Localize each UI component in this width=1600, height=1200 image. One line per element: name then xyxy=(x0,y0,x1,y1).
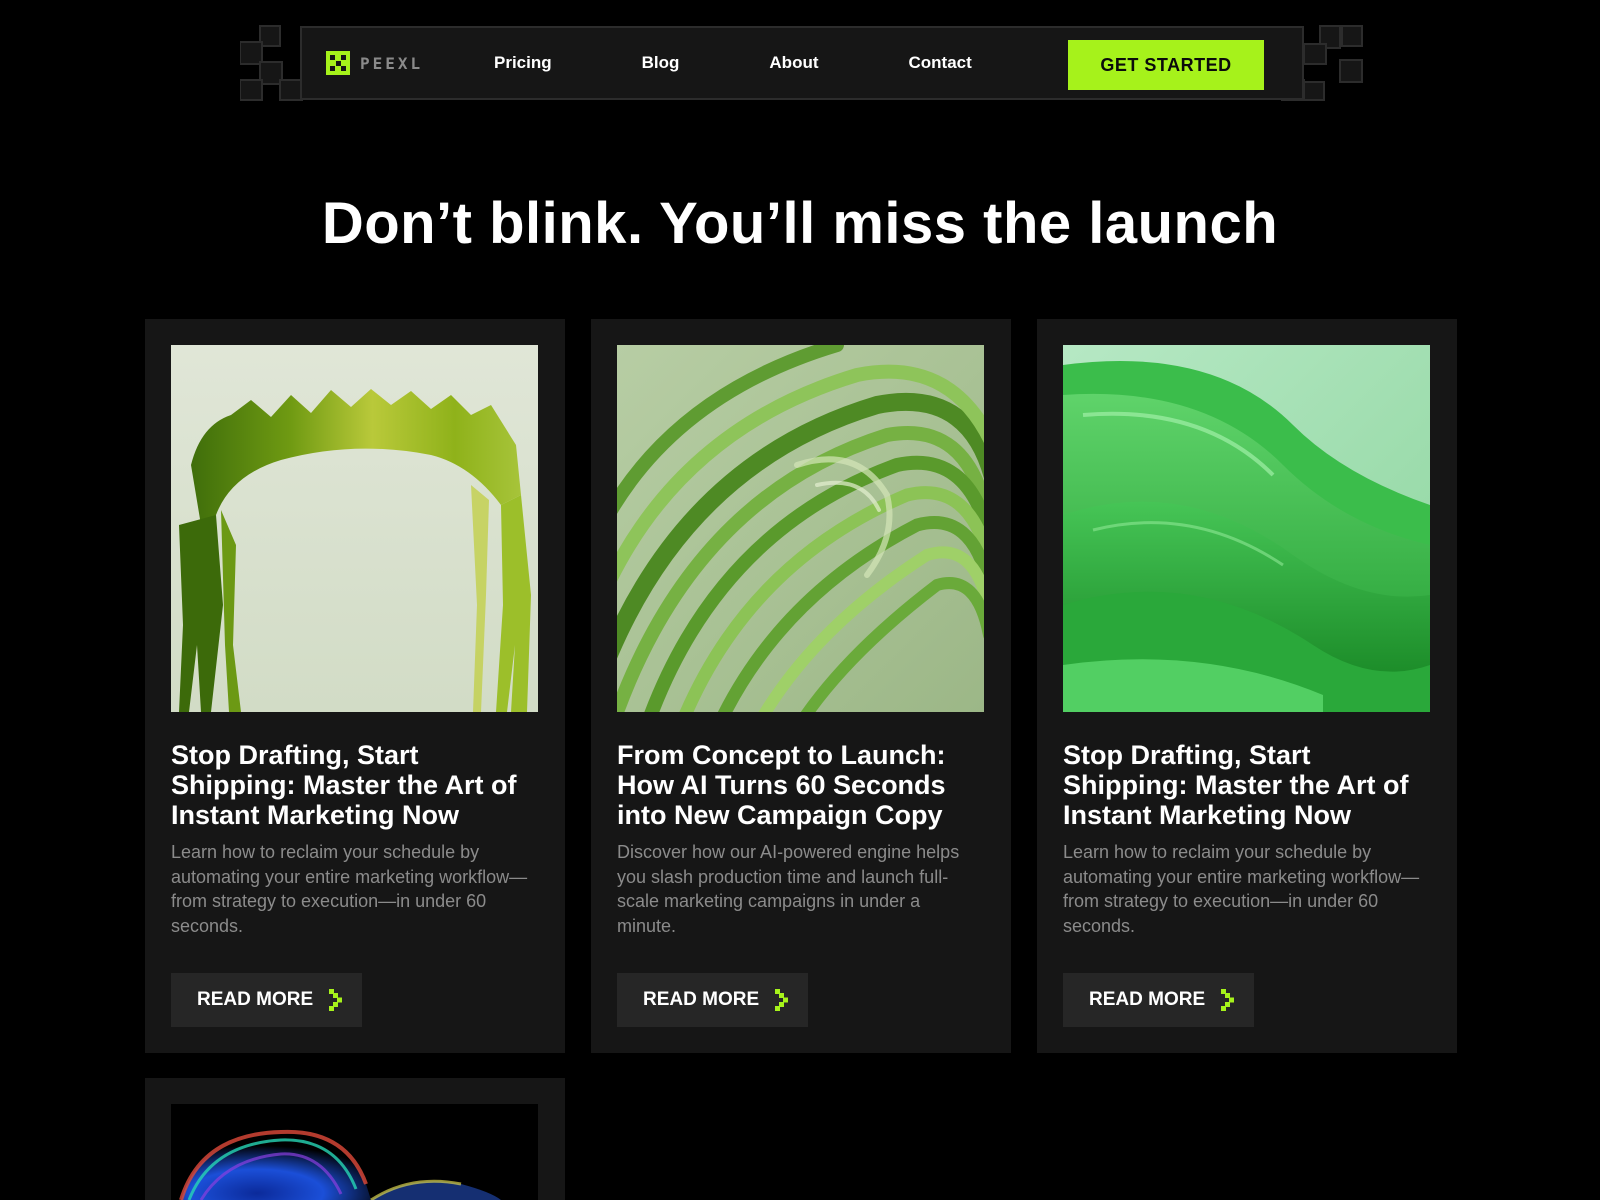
post-title[interactable]: Stop Drafting, Start Shipping: Master th… xyxy=(171,740,538,830)
brand-logo[interactable]: PEEXL xyxy=(326,51,458,75)
blog-post-card: From Concept to Launch: How AI Turns 60 … xyxy=(591,319,1011,1053)
post-image[interactable] xyxy=(1063,345,1430,712)
nav-links: Pricing Blog About Contact xyxy=(494,53,972,73)
read-more-button[interactable]: READ MORE xyxy=(617,973,808,1027)
post-image[interactable] xyxy=(171,1104,538,1200)
green-ribbed-swirl-artwork xyxy=(617,345,984,712)
post-description: Learn how to reclaim your schedule by au… xyxy=(171,842,528,936)
nav-link-about[interactable]: About xyxy=(769,53,818,73)
nav-bar: PEEXL Pricing Blog About Contact GET STA… xyxy=(300,26,1304,100)
get-started-button[interactable]: GET STARTED xyxy=(1068,40,1264,90)
read-more-label: READ MORE xyxy=(1089,989,1206,1010)
read-more-label: READ MORE xyxy=(643,989,760,1010)
green-dripping-ring-artwork xyxy=(171,345,538,712)
nav-link-pricing[interactable]: Pricing xyxy=(494,53,552,73)
pixel-logo-icon xyxy=(326,51,350,75)
post-image[interactable] xyxy=(617,345,984,712)
post-image[interactable] xyxy=(171,345,538,712)
read-more-button[interactable]: READ MORE xyxy=(171,973,362,1027)
page-headline: Don’t blink. You’ll miss the launch xyxy=(321,191,1279,256)
green-glossy-waves-artwork xyxy=(1063,345,1430,712)
pixel-chevron-right-icon xyxy=(775,989,789,1011)
read-more-label: READ MORE xyxy=(197,989,314,1010)
post-description: Discover how our AI-powered engine helps… xyxy=(617,842,960,936)
iridescent-blue-blob-artwork xyxy=(171,1104,538,1200)
blog-post-card: Stop Drafting, Start Shipping: Master th… xyxy=(1037,319,1457,1053)
brand-name: PEEXL xyxy=(360,53,424,73)
nav-link-blog[interactable]: Blog xyxy=(642,53,680,73)
blog-post-card xyxy=(145,1078,565,1200)
blog-post-card: Stop Drafting, Start Shipping: Master th… xyxy=(145,319,565,1053)
nav-link-contact[interactable]: Contact xyxy=(909,53,972,73)
pixel-chevron-right-icon xyxy=(329,989,343,1011)
post-title[interactable]: Stop Drafting, Start Shipping: Master th… xyxy=(1063,740,1430,830)
post-description: Learn how to reclaim your schedule by au… xyxy=(1063,842,1420,936)
pixel-chevron-right-icon xyxy=(1221,989,1235,1011)
top-navigation: PEEXL Pricing Blog About Contact GET STA… xyxy=(240,24,1364,102)
post-title[interactable]: From Concept to Launch: How AI Turns 60 … xyxy=(617,740,984,830)
read-more-button[interactable]: READ MORE xyxy=(1063,973,1254,1027)
blog-page: PEEXL Pricing Blog About Contact GET STA… xyxy=(0,0,1600,1200)
